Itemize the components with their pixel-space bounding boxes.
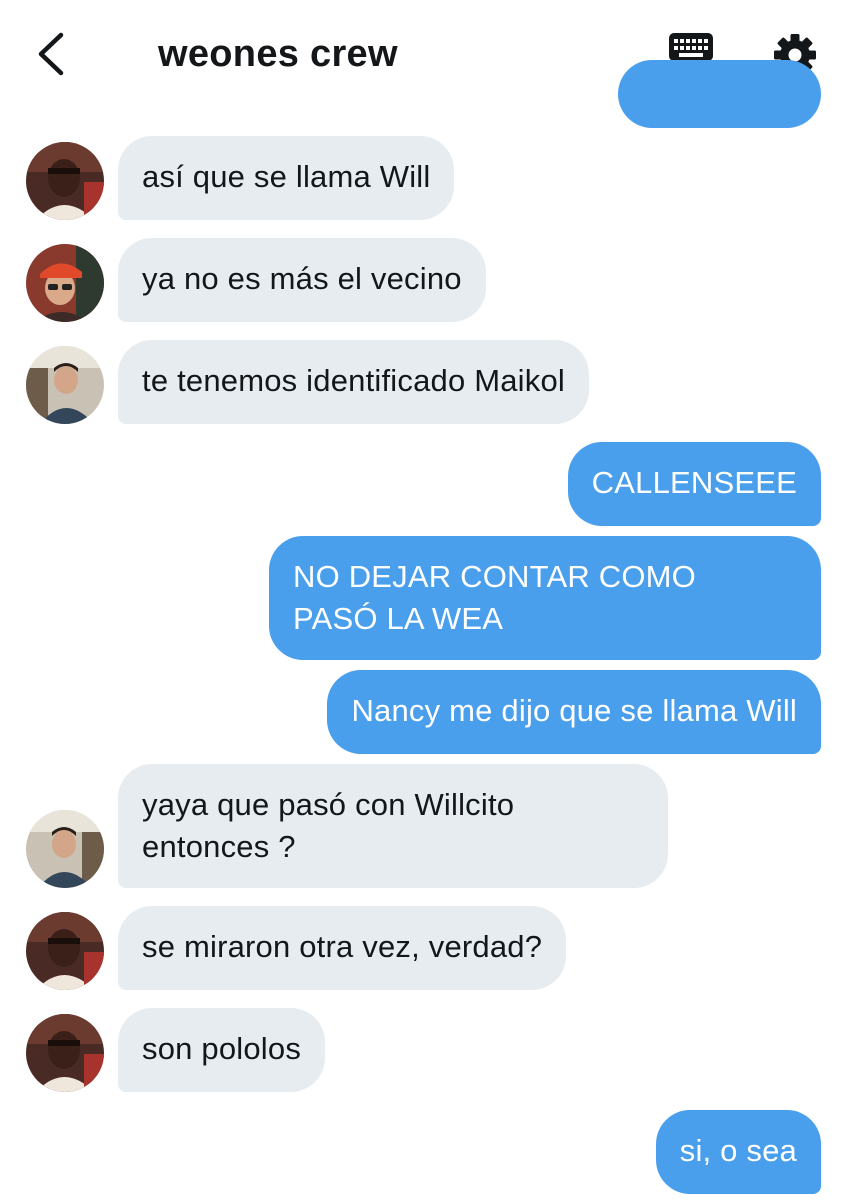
back-button[interactable] (28, 28, 72, 80)
message-text: Nancy me dijo que se llama Will (351, 693, 797, 728)
avatar[interactable] (26, 810, 104, 888)
message-text: son pololos (142, 1031, 302, 1066)
chevron-left-icon (38, 32, 64, 76)
message-bubble-outgoing[interactable]: NO DEJAR CONTAR COMO PASÓ LA WEA (269, 536, 821, 660)
avatar[interactable] (26, 912, 104, 990)
message-text-line: NO DEJAR CONTAR COMO (293, 559, 696, 594)
message-bubble-incoming[interactable]: se miraron otra vez, verdad? (118, 906, 567, 990)
message-bubble-outgoing[interactable]: si, o sea (655, 1110, 821, 1194)
message-text: te tenemos identificado Maikol (142, 363, 566, 398)
message-text: ya no es más el vecino (142, 261, 462, 296)
message-bubble-incoming[interactable]: ya no es más el vecino (118, 238, 486, 322)
message-text-line: PASÓ LA WEA (293, 601, 504, 636)
message-text: así que se llama Will (142, 159, 431, 194)
message-bubble-incoming[interactable]: yaya que pasó con Willcito entonces ? (118, 764, 668, 888)
message-bubble-incoming[interactable]: así que se llama Will (118, 136, 455, 220)
message-bubble-outgoing[interactable] (618, 60, 821, 128)
message-bubble-outgoing[interactable]: CALLENSEEE (567, 442, 821, 526)
message-text: CALLENSEEE (591, 465, 797, 500)
message-text-line: yaya que pasó con Willcito (142, 787, 515, 822)
avatar[interactable] (26, 142, 104, 220)
message-text: se miraron otra vez, verdad? (142, 929, 543, 964)
message-bubble-incoming[interactable]: te tenemos identificado Maikol (118, 340, 590, 424)
avatar[interactable] (26, 244, 104, 322)
avatar[interactable] (26, 346, 104, 424)
message-bubble-incoming[interactable]: son pololos (118, 1008, 326, 1092)
conversation-title[interactable]: weones crew (158, 30, 398, 78)
message-bubble-outgoing[interactable]: Nancy me dijo que se llama Will (327, 670, 821, 754)
avatar[interactable] (26, 1014, 104, 1092)
message-text: si, o sea (679, 1133, 797, 1168)
message-text-line: entonces ? (142, 829, 296, 864)
